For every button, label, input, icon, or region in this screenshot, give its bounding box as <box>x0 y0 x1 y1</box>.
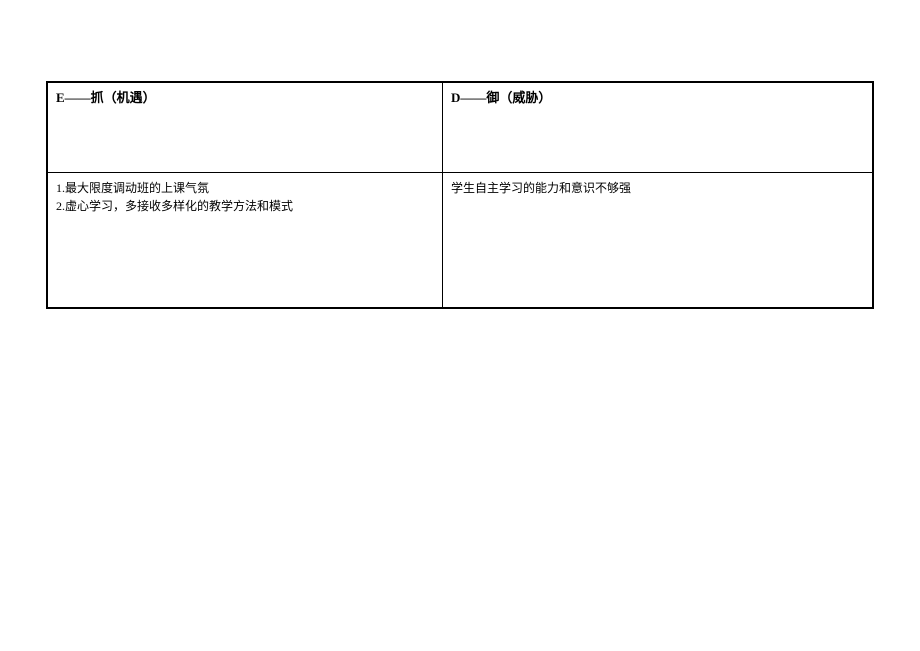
table-content-row: 1.最大限度调动班的上课气氛 2.虚心学习，多接收多样化的教学方法和模式 学生自… <box>48 173 872 307</box>
header-cell-e: E——抓（机遇） <box>48 83 443 172</box>
swot-table: E——抓（机遇） D——御（威胁） 1.最大限度调动班的上课气氛 2.虚心学习，… <box>46 81 874 309</box>
content-e-text: 1.最大限度调动班的上课气氛 2.虚心学习，多接收多样化的教学方法和模式 <box>56 181 293 213</box>
content-cell-e: 1.最大限度调动班的上课气氛 2.虚心学习，多接收多样化的教学方法和模式 <box>48 173 443 307</box>
content-cell-d: 学生自主学习的能力和意识不够强 <box>443 173 872 307</box>
table-header-row: E——抓（机遇） D——御（威胁） <box>48 83 872 173</box>
header-d-label: D——御（威胁） <box>451 90 551 105</box>
header-cell-d: D——御（威胁） <box>443 83 872 172</box>
content-d-text: 学生自主学习的能力和意识不够强 <box>451 181 631 195</box>
header-e-label: E——抓（机遇） <box>56 90 156 105</box>
